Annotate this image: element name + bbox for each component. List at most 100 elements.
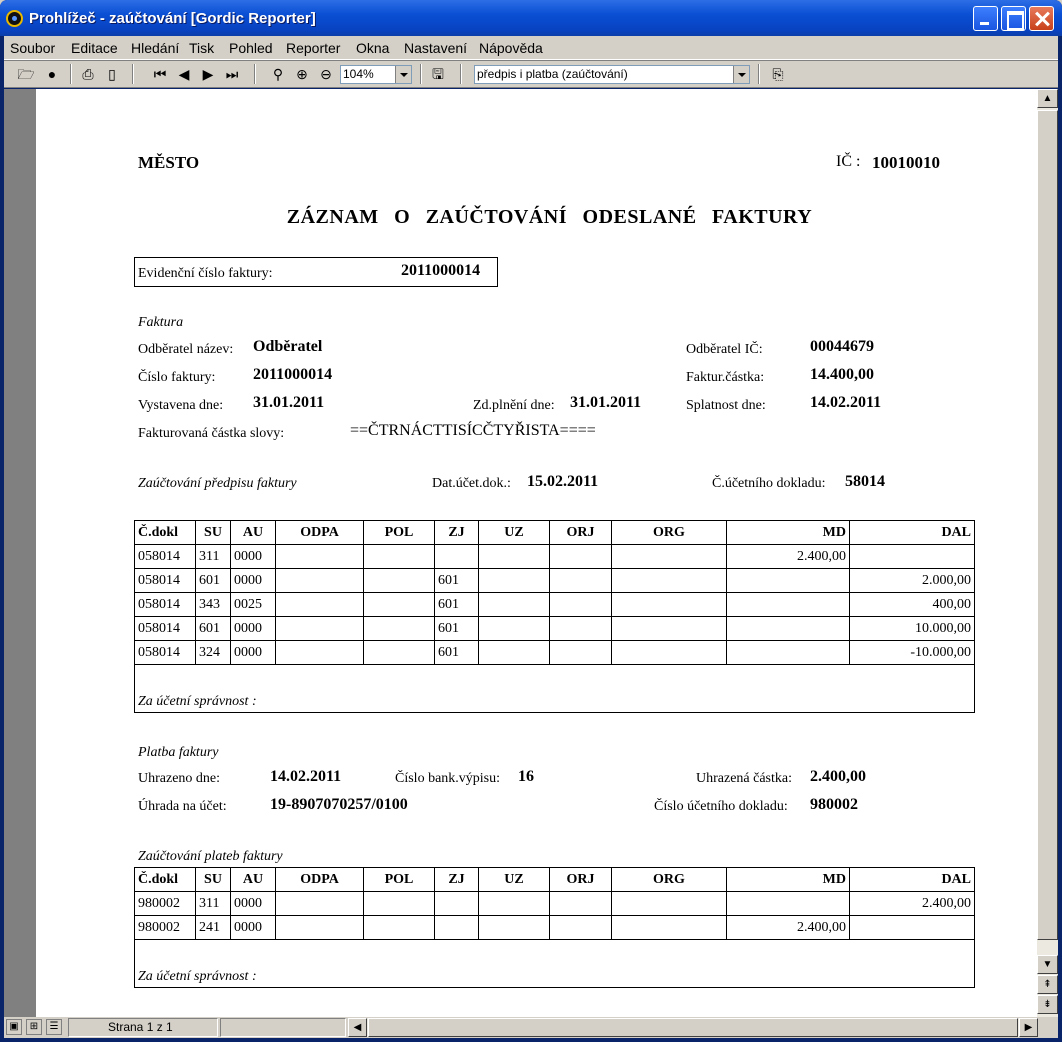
table-cell bbox=[726, 616, 850, 641]
scroll-left-icon[interactable]: ◀ bbox=[348, 1018, 367, 1037]
table-cell bbox=[726, 592, 850, 617]
multi-page-view-icon[interactable]: ⊞ bbox=[26, 1019, 42, 1035]
evid-label: Evidenční číslo faktury: bbox=[138, 266, 273, 281]
zoom-in-icon[interactable]: ⊕ bbox=[292, 64, 312, 84]
menu-okna[interactable]: Okna bbox=[356, 40, 389, 56]
table-cell bbox=[275, 592, 364, 617]
table-cell: 058014 bbox=[134, 616, 196, 641]
scroll-down-icon[interactable]: ▼ bbox=[1037, 955, 1058, 974]
table-row: 980002 241 0000 2.400,00 bbox=[134, 915, 975, 940]
payment-doc: 980002 bbox=[810, 796, 858, 813]
scroll-up-icon[interactable]: ▲ bbox=[1037, 89, 1058, 108]
table-cell: 058014 bbox=[134, 544, 196, 569]
page-setup-icon[interactable]: ▯ bbox=[102, 64, 122, 84]
ic-value: 10010010 bbox=[872, 153, 940, 172]
first-page-icon[interactable]: ⏮ bbox=[150, 64, 170, 84]
toolbar-separator bbox=[254, 64, 256, 84]
print-icon[interactable]: ⎙ bbox=[78, 64, 98, 84]
payment-doc-label: Číslo účetního dokladu: bbox=[654, 799, 788, 814]
table-row: 058014 343 0025 601 400,00 bbox=[134, 592, 975, 617]
amount-words: ==ČTRNÁCTTISÍCČTYŘISTA==== bbox=[350, 422, 596, 439]
payment-section-label: Platba faktury bbox=[138, 745, 219, 760]
tax-date-label: Zd.plnění dne: bbox=[473, 398, 555, 413]
col-md: MD bbox=[726, 520, 850, 545]
page-down-icon[interactable]: ⇟ bbox=[1037, 995, 1058, 1014]
zoom-out-icon[interactable]: ⊖ bbox=[316, 64, 336, 84]
menu-soubor[interactable]: Soubor bbox=[10, 40, 55, 56]
table-header-row: Č.dokl SU AU ODPA POL ZJ UZ ORJ ORG MD DAL bbox=[134, 520, 975, 545]
zoom-select[interactable]: 104% bbox=[340, 65, 412, 84]
chevron-down-icon[interactable] bbox=[395, 66, 411, 83]
account-label: Úhrada na účet: bbox=[138, 799, 227, 814]
table-cell: 0000 bbox=[230, 568, 276, 593]
report-select[interactable]: předpis i platba (zaúčtování) bbox=[474, 65, 750, 84]
table-header-row: Č.dokl SU AU ODPA POL ZJ UZ ORJ ORG MD DAL bbox=[134, 867, 975, 892]
table-cell: 0000 bbox=[230, 640, 276, 665]
table-cell bbox=[478, 616, 550, 641]
due-date: 14.02.2011 bbox=[810, 394, 882, 411]
table-row: 058014 601 0000 601 2.000,00 bbox=[134, 568, 975, 593]
col-md: MD bbox=[726, 867, 850, 892]
report-value: předpis i platba (zaúčtování) bbox=[477, 67, 628, 81]
horizontal-scroll-thumb[interactable] bbox=[368, 1018, 1018, 1037]
window-title: Prohlížeč - zaúčtování [Gordic Reporter] bbox=[29, 10, 316, 27]
table-row: 058014 324 0000 601 -10.000,00 bbox=[134, 640, 975, 665]
open-folder-icon[interactable]: 🗁 bbox=[16, 64, 36, 84]
table-cell bbox=[849, 544, 975, 569]
account-number: 19-8907070257/0100 bbox=[270, 796, 408, 813]
page-up-icon[interactable]: ⇞ bbox=[1037, 975, 1058, 994]
table-cell: 311 bbox=[195, 544, 231, 569]
col-cdokl: Č.dokl bbox=[134, 520, 196, 545]
table-cell bbox=[478, 891, 550, 916]
table-cell: 601 bbox=[434, 640, 479, 665]
menu-reporter[interactable]: Reporter bbox=[286, 40, 340, 56]
menu-hledani[interactable]: Hledání bbox=[131, 40, 179, 56]
table-cell bbox=[549, 891, 612, 916]
menu-tisk[interactable]: Tisk bbox=[189, 40, 214, 56]
dot-icon[interactable]: ● bbox=[42, 64, 62, 84]
table-cell: 980002 bbox=[134, 891, 196, 916]
save-icon[interactable]: 🖫 bbox=[428, 64, 448, 84]
menu-editace[interactable]: Editace bbox=[71, 40, 118, 56]
payment-posting-table: Č.dokl SU AU ODPA POL ZJ UZ ORJ ORG MD DAL 980002 3… bbox=[134, 867, 975, 988]
minimize-button[interactable] bbox=[973, 6, 998, 31]
next-page-icon[interactable]: ▶ bbox=[198, 64, 218, 84]
customer-name: Odběratel bbox=[253, 338, 323, 355]
menu-napoveda[interactable]: Nápověda bbox=[479, 40, 543, 56]
toolbar: 🗁 ● ⎙ ▯ ⏮ ◀ ▶ ⏭ ⚲ ⊕ ⊖ 104% 🖫 předpis i p… bbox=[4, 60, 1058, 88]
single-page-view-icon[interactable]: ▣ bbox=[6, 1019, 22, 1035]
workspace-background bbox=[4, 89, 36, 1017]
scroll-thumb[interactable] bbox=[1037, 110, 1058, 940]
prev-page-icon[interactable]: ◀ bbox=[174, 64, 194, 84]
scroll-right-icon[interactable]: ▶ bbox=[1019, 1018, 1038, 1037]
horizontal-scrollbar[interactable]: ◀ ▶ bbox=[348, 1018, 1038, 1037]
org-name: MĚSTO bbox=[138, 153, 200, 172]
issued-label: Vystavena dne: bbox=[138, 398, 224, 413]
menu-pohled[interactable]: Pohled bbox=[229, 40, 273, 56]
zoom-icon[interactable]: ⚲ bbox=[268, 64, 288, 84]
list-view-icon[interactable]: ☰ bbox=[46, 1019, 62, 1035]
title-bar[interactable]: Prohlížeč - zaúčtování [Gordic Reporter] bbox=[0, 0, 1062, 36]
table-cell: 324 bbox=[195, 640, 231, 665]
col-au: AU bbox=[230, 867, 276, 892]
col-orj: ORJ bbox=[549, 867, 612, 892]
vertical-scrollbar[interactable]: ▲ ▼ ⇞ ⇟ bbox=[1037, 89, 1058, 1017]
due-date-label: Splatnost dne: bbox=[686, 398, 766, 413]
col-uz: UZ bbox=[478, 520, 550, 545]
maximize-button[interactable] bbox=[1001, 6, 1026, 31]
export-icon[interactable]: ⎘ bbox=[768, 64, 788, 84]
table-cell bbox=[611, 592, 727, 617]
chevron-down-icon[interactable] bbox=[733, 66, 749, 83]
close-button[interactable] bbox=[1029, 6, 1054, 31]
table-cell bbox=[611, 616, 727, 641]
last-page-icon[interactable]: ⏭ bbox=[222, 64, 242, 84]
toolbar-separator bbox=[460, 64, 462, 84]
menu-nastaveni[interactable]: Nastavení bbox=[404, 40, 467, 56]
col-su: SU bbox=[195, 520, 231, 545]
table-cell bbox=[478, 915, 550, 940]
table-cell: -10.000,00 bbox=[849, 640, 975, 665]
table-cell: 241 bbox=[195, 915, 231, 940]
col-pol: POL bbox=[363, 520, 435, 545]
page-indicator: Strana 1 z 1 bbox=[108, 1020, 173, 1034]
toolbar-separator bbox=[70, 64, 72, 84]
